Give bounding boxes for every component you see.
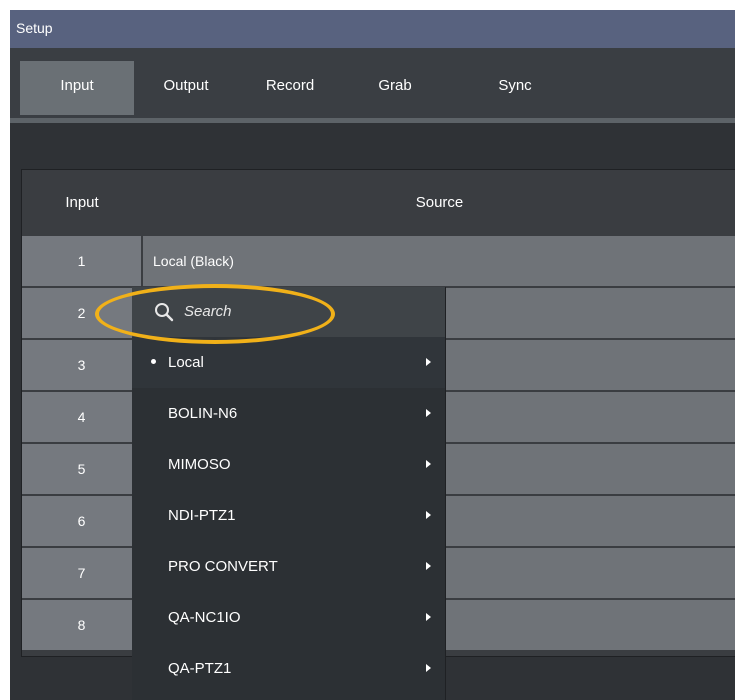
menu-item-label: PRO CONVERT [168,558,278,575]
tab-grab[interactable]: Grab [365,61,425,115]
menu-item-qa-ptz1[interactable]: QA-PTZ1 [132,643,445,694]
input-number: 3 [22,340,142,390]
menu-item-bolin-n6[interactable]: BOLIN-N6 [132,388,445,439]
menu-item-label: Local [168,354,204,371]
chevron-right-icon [426,664,431,672]
chevron-right-icon [426,613,431,621]
input-number: 6 [22,496,142,546]
chevron-right-icon [426,511,431,519]
chevron-right-icon [426,409,431,417]
menu-item-label: QA-PTZ1 [168,660,232,677]
tab-bar: Input Output Record Grab Sync [10,48,735,122]
menu-item-label: BOLIN-N6 [168,405,238,422]
tab-output[interactable]: Output [144,61,228,115]
selected-bullet-icon [151,359,156,364]
source-dropdown-menu: Search Local BOLIN-N6 MIMOSO NDI-PTZ1 PR… [132,287,446,700]
menu-item-qa-nc1io[interactable]: QA-NC1IO [132,592,445,643]
input-number: 5 [22,444,142,494]
table-row[interactable]: 1 Local (Black) [22,236,735,286]
window-title: Setup [16,20,53,36]
source-select[interactable]: Local (Black) [143,236,735,286]
title-bar: Setup [10,10,735,48]
column-header-input: Input [65,194,99,211]
tab-input[interactable]: Input [20,61,134,115]
menu-item-label: NDI-PTZ1 [168,507,236,524]
search-highlight-annotation [95,284,335,344]
input-number: 7 [22,548,142,598]
column-header-source: Source [415,194,464,211]
input-number: 1 [22,236,142,286]
menu-item-local[interactable]: Local [132,337,445,388]
menu-item-label: MIMOSO [168,456,231,473]
menu-item-mimoso[interactable]: MIMOSO [132,439,445,490]
input-number: 8 [22,600,142,650]
input-number: 4 [22,392,142,442]
chevron-right-icon [426,358,431,366]
tab-sync[interactable]: Sync [480,61,550,115]
source-value: Local (Black) [153,253,234,269]
menu-item-ndi-ptz1[interactable]: NDI-PTZ1 [132,490,445,541]
chevron-right-icon [426,460,431,468]
menu-item-pro-convert[interactable]: PRO CONVERT [132,541,445,592]
menu-item-label: QA-NC1IO [168,609,241,626]
tab-record[interactable]: Record [246,61,334,115]
chevron-right-icon [426,562,431,570]
